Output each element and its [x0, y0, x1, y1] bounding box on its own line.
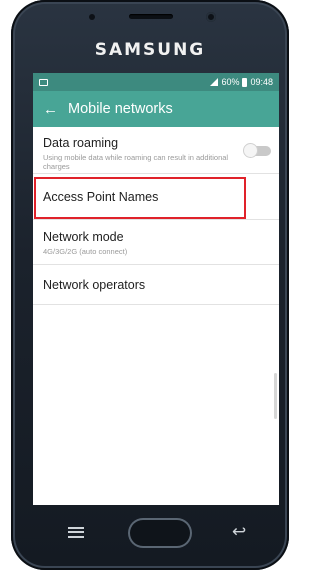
- front-camera: [206, 12, 216, 22]
- menu-key-icon[interactable]: [68, 527, 84, 538]
- setting-title: Network operators: [43, 277, 146, 292]
- back-arrow-icon[interactable]: ←: [43, 102, 58, 117]
- back-key-icon[interactable]: ↩: [232, 523, 246, 540]
- setting-network-operators[interactable]: Network operators: [33, 265, 279, 305]
- setting-data-roaming[interactable]: Data roaming Using mobile data while roa…: [33, 127, 279, 174]
- toggle-knob: [243, 143, 258, 158]
- scrollbar[interactable]: [274, 373, 277, 419]
- image-notification-icon: [39, 78, 48, 86]
- screen: 60% 09:48 ← Mobile networks Data roaming…: [33, 73, 279, 505]
- setting-subtitle: Using mobile data while roaming can resu…: [43, 153, 229, 171]
- setting-subtitle: 4G/3G/2G (auto connect): [43, 247, 128, 256]
- battery-icon: [242, 77, 248, 87]
- proximity-sensor: [89, 14, 95, 20]
- setting-title: Network mode: [43, 230, 124, 244]
- data-roaming-toggle[interactable]: [243, 143, 271, 158]
- status-bar: 60% 09:48: [33, 73, 279, 91]
- highlight-box: [34, 177, 246, 219]
- phone-frame: SAMSUNG 60% 09:48 ← Mobile networks Data…: [11, 0, 289, 570]
- signal-icon: [210, 78, 219, 86]
- page-title: Mobile networks: [68, 101, 173, 117]
- earpiece-speaker: [129, 14, 173, 19]
- brand-logo: SAMSUNG: [94, 40, 206, 60]
- setting-network-mode[interactable]: Network mode 4G/3G/2G (auto connect): [33, 220, 279, 265]
- home-button[interactable]: [128, 518, 192, 548]
- clock: 09:48: [250, 77, 273, 87]
- battery-percent: 60%: [221, 77, 240, 87]
- app-bar: ← Mobile networks: [33, 91, 279, 127]
